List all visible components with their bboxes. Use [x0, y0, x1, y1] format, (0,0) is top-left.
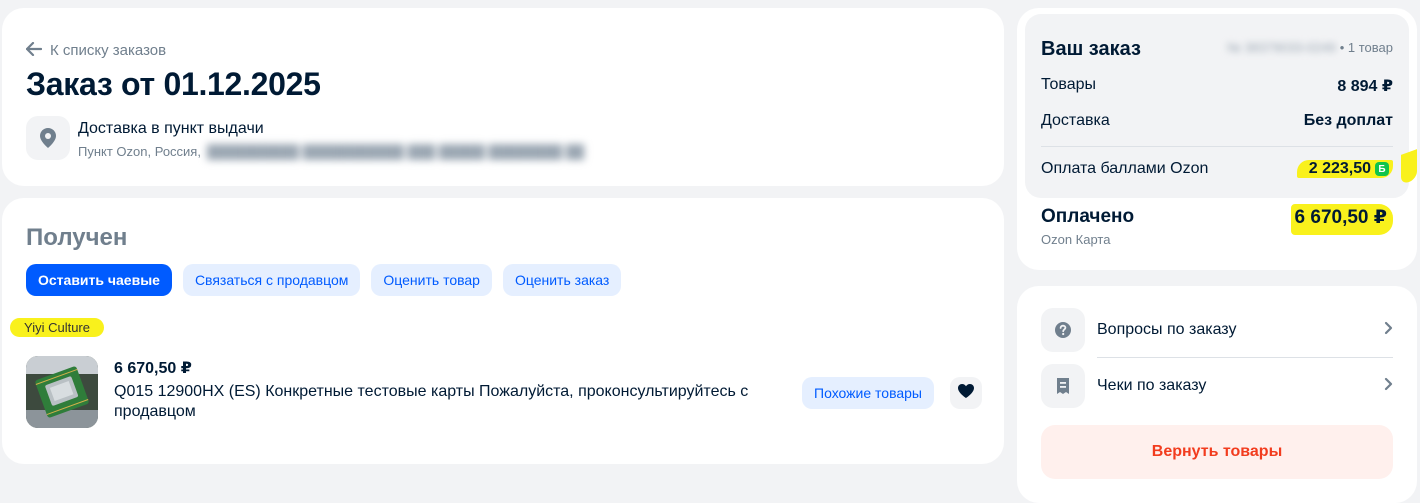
- links-divider: [1097, 357, 1393, 358]
- delivery-value: Без доплат: [1303, 112, 1393, 129]
- rate-product-button[interactable]: Оценить товар: [371, 264, 492, 296]
- arrow-left-icon: [25, 41, 43, 59]
- receipt-icon: [1041, 364, 1085, 408]
- product-name[interactable]: Q015 12900HX (ES) Конкретные тестовые ка…: [114, 382, 784, 422]
- seller-name[interactable]: Yiyi Culture: [10, 318, 104, 337]
- blurred-address: ██████████ ███████████ ███ █████ ███████…: [206, 144, 585, 159]
- summary-title: Ваш заказ: [1041, 38, 1141, 60]
- product-price: 6 670,50 ₽: [114, 360, 192, 377]
- order-questions-label: Вопросы по заказу: [1097, 321, 1237, 338]
- points-value-highlight: 2 223,50 Б: [1296, 160, 1393, 178]
- leave-tip-button[interactable]: Оставить чаевые: [26, 264, 172, 296]
- delivery-row: Доставка Без доплат: [1041, 112, 1393, 130]
- order-actions: Оставить чаевые Связаться с продавцом Оц…: [26, 264, 622, 296]
- order-status: Получен: [26, 224, 128, 251]
- rate-order-button[interactable]: Оценить заказ: [502, 264, 622, 296]
- similar-products-button[interactable]: Похожие товары: [802, 377, 934, 409]
- question-icon: [1041, 308, 1085, 352]
- order-links-card: Вопросы по заказу Чеки по заказу Вернуть…: [1017, 286, 1417, 503]
- order-summary-card: Ваш заказ № 38379033-0249 • 1 товар Това…: [1017, 8, 1417, 270]
- return-items-button[interactable]: Вернуть товары: [1041, 425, 1393, 479]
- order-receipts-link[interactable]: Чеки по заказу: [1041, 363, 1393, 409]
- favorite-button[interactable]: [950, 377, 982, 409]
- highlight-mark: [1401, 149, 1417, 185]
- goods-value: 8 894 ₽: [1337, 78, 1393, 95]
- contact-seller-button[interactable]: Связаться с продавцом: [182, 264, 361, 296]
- points-value: 2 223,50: [1308, 160, 1371, 177]
- location-pin-icon: [26, 116, 70, 160]
- chevron-right-icon: [1384, 377, 1393, 396]
- order-receipts-label: Чеки по заказу: [1097, 377, 1207, 394]
- summary-divider: [1041, 146, 1393, 147]
- order-items-card: Получен Оставить чаевые Связаться с прод…: [2, 198, 1004, 464]
- chevron-right-icon: [1384, 321, 1393, 340]
- item-count: • 1 товар: [1339, 40, 1393, 55]
- paid-label: Оплачено: [1041, 206, 1135, 227]
- delivery-type: Доставка в пункт выдачи: [78, 120, 264, 137]
- back-to-orders-link[interactable]: К списку заказов: [25, 41, 167, 59]
- delivery-address: Пункт Ozon, Россия, ██████████ █████████…: [78, 144, 584, 159]
- points-badge-icon: Б: [1375, 162, 1389, 176]
- heart-icon: [957, 383, 975, 404]
- paid-value: 6 670,50 ₽: [1290, 204, 1393, 235]
- points-row: Оплата баллами Ozon 2 223,50 Б: [1041, 160, 1393, 178]
- blurred-order-number: № 38379033-0249: [1227, 40, 1336, 55]
- delivery-label: Доставка: [1041, 112, 1110, 129]
- points-label: Оплата баллами Ozon: [1041, 160, 1209, 177]
- summary-meta: № 38379033-0249 • 1 товар: [1227, 40, 1393, 55]
- delivery-point-label: Пункт Ozon, Россия,: [78, 144, 201, 159]
- paid-method: Ozon Карта: [1041, 232, 1111, 247]
- goods-row: Товары 8 894 ₽: [1041, 76, 1393, 96]
- summary-breakdown: Ваш заказ № 38379033-0249 • 1 товар Това…: [1025, 14, 1409, 198]
- goods-label: Товары: [1041, 76, 1097, 93]
- back-link-label: К списку заказов: [50, 42, 167, 59]
- order-header-card: К списку заказов Заказ от 01.12.2025 Дос…: [2, 8, 1004, 186]
- order-questions-link[interactable]: Вопросы по заказу: [1041, 307, 1393, 353]
- product-thumbnail[interactable]: [26, 356, 98, 428]
- page-title: Заказ от 01.12.2025: [26, 66, 321, 102]
